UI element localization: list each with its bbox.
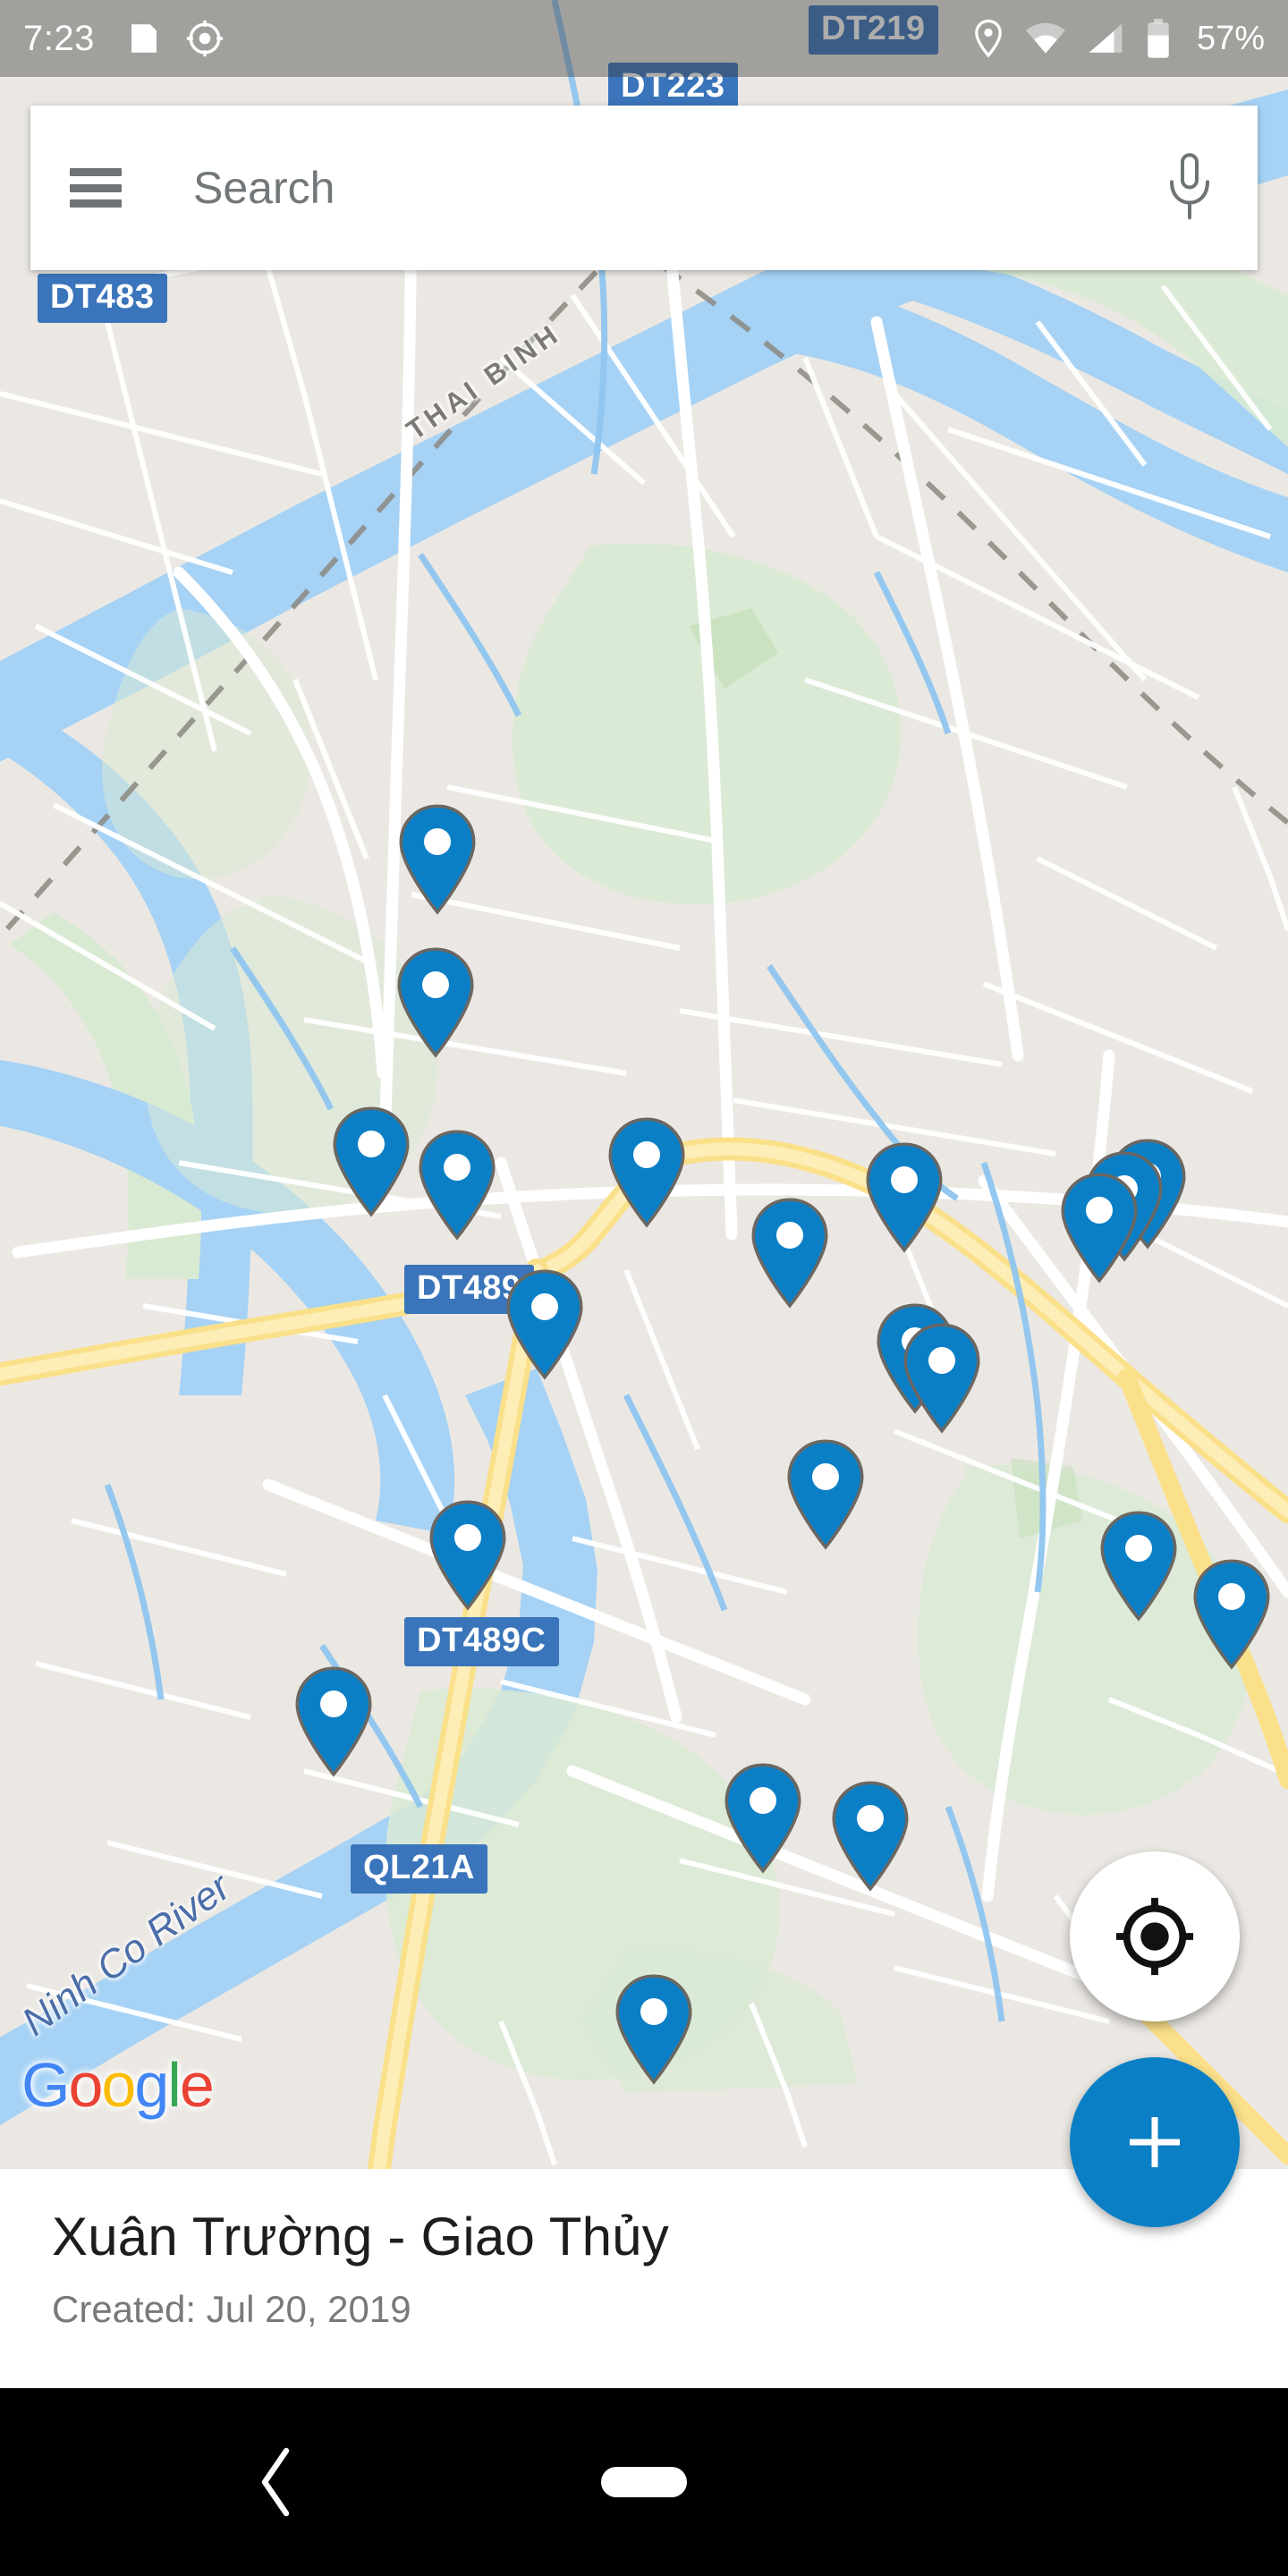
map-canvas[interactable]: DT219 DT223 DT483 DT489 DT489C QL21A THA…	[0, 0, 1288, 2169]
google-logo-letter: g	[134, 2050, 169, 2120]
map-marker-pin[interactable]	[397, 947, 474, 1058]
map-marker-pin[interactable]	[429, 1500, 506, 1611]
crosshair-location-icon	[1115, 1897, 1194, 1976]
road-shield-dt483[interactable]: DT483	[38, 274, 167, 323]
location-pin-icon	[975, 19, 1002, 58]
microphone-icon[interactable]	[1161, 150, 1218, 225]
map-vector-layer	[0, 0, 1288, 2169]
map-marker-pin[interactable]	[295, 1666, 372, 1777]
google-logo-letter: l	[167, 2050, 182, 2120]
map-marker-pin[interactable]	[1061, 1173, 1138, 1284]
add-place-button[interactable]	[1070, 2057, 1240, 2227]
google-logo: Google	[21, 2054, 215, 2116]
map-marker-pin[interactable]	[333, 1106, 410, 1217]
screenshot-icon	[131, 24, 157, 53]
status-bar-clock: 7:23	[23, 18, 95, 58]
google-logo-letter: G	[21, 2050, 70, 2120]
battery-icon	[1148, 19, 1169, 58]
map-marker-pin[interactable]	[608, 1117, 685, 1228]
home-pill-icon[interactable]	[601, 2467, 687, 2497]
map-marker-pin[interactable]	[419, 1130, 496, 1241]
status-bar: 7:23 57%	[0, 0, 1288, 77]
map-marker-pin[interactable]	[399, 804, 476, 915]
map-marker-pin[interactable]	[615, 1974, 692, 2085]
cellular-signal-icon	[1089, 23, 1123, 53]
road-shield-dt489c[interactable]: DT489C	[404, 1617, 559, 1666]
android-navigation-bar	[0, 2388, 1288, 2576]
map-marker-pin[interactable]	[1100, 1511, 1177, 1622]
map-marker-pin[interactable]	[787, 1439, 864, 1550]
map-marker-pin[interactable]	[1193, 1559, 1270, 1670]
road-shield-ql21a[interactable]: QL21A	[351, 1844, 487, 1894]
google-logo-letter: e	[179, 2050, 215, 2120]
map-created-date: Created: Jul 20, 2019	[52, 2288, 411, 2330]
status-bar-system-icons: 57%	[971, 18, 1265, 59]
wifi-icon	[1026, 22, 1065, 54]
gps-fix-icon	[186, 20, 223, 57]
map-marker-pin[interactable]	[832, 1781, 909, 1892]
my-location-button[interactable]	[1070, 1852, 1240, 2021]
status-bar-notification-icons	[125, 19, 224, 58]
map-marker-pin[interactable]	[866, 1142, 943, 1253]
search-bar[interactable]: Search	[30, 106, 1258, 270]
hamburger-menu-icon[interactable]	[70, 168, 122, 208]
map-screen: DT219 DT223 DT483 DT489 DT489C QL21A THA…	[0, 0, 1288, 2576]
map-marker-pin[interactable]	[751, 1198, 828, 1309]
google-logo-letter: o	[68, 2050, 103, 2120]
map-marker-pin[interactable]	[506, 1269, 583, 1380]
google-logo-letter: o	[101, 2050, 136, 2120]
map-marker-pin[interactable]	[724, 1763, 801, 1874]
map-marker-pin[interactable]	[903, 1323, 980, 1434]
plus-icon	[1130, 2117, 1180, 2167]
search-input[interactable]: Search	[193, 162, 1161, 214]
map-title: Xuân Trường - Giao Thủy	[52, 2207, 670, 2267]
battery-percent-label: 57%	[1196, 19, 1265, 57]
back-chevron-icon[interactable]	[256, 2447, 295, 2517]
